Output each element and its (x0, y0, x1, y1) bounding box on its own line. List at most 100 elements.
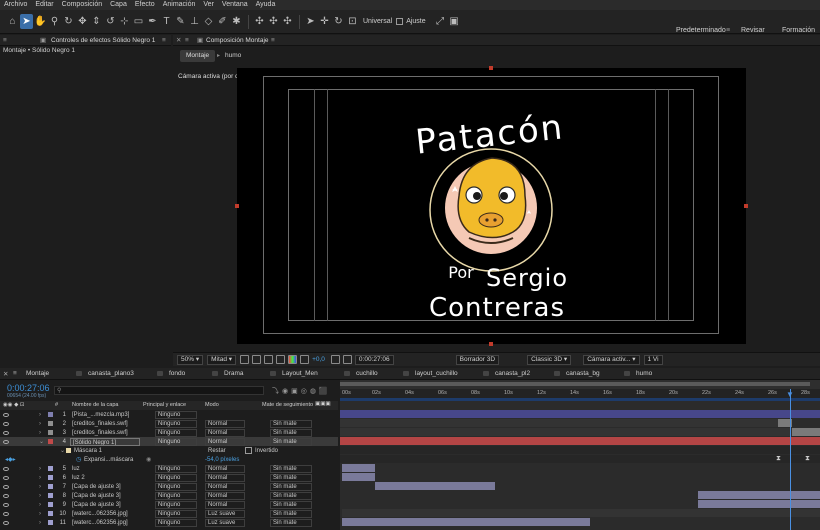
lock-icon[interactable]: ▣ (197, 36, 203, 46)
col-switch-icons[interactable]: ▣▣▣ (315, 401, 331, 407)
timeline-tab[interactable]: Drama (212, 370, 244, 377)
layer-name[interactable]: [creditos_finales.swf] (70, 420, 140, 428)
layer-row-selected[interactable]: ⌄ 4 [Sólido Negro 1] Ninguno Normal Sin … (0, 437, 338, 446)
eye-icon[interactable] (3, 421, 9, 426)
layer-name[interactable]: [creditos_finales.swf] (70, 429, 140, 437)
playhead-icon[interactable]: ▼ (786, 390, 794, 399)
scale-3d-icon[interactable]: ⊡ (346, 14, 359, 29)
matte-select[interactable]: Sin mate (270, 491, 312, 500)
menu-ver[interactable]: Ver (199, 0, 218, 10)
anchor-tool-icon[interactable]: ⊹ (118, 14, 131, 29)
rectangle-tool-icon[interactable]: ▭ (132, 14, 145, 29)
layer-row[interactable]: › 8 [Capa de ajuste 3] Ninguno Normal Si… (0, 491, 338, 500)
show-snapshot-icon[interactable] (342, 355, 352, 364)
region-of-interest-icon[interactable] (276, 355, 286, 364)
mode-select[interactable]: Normal (205, 500, 245, 509)
layer-name[interactable]: luz (70, 465, 140, 473)
brush-tool-icon[interactable]: ✎ (174, 14, 187, 29)
mode-select[interactable]: Normal (205, 428, 245, 437)
mode-select[interactable]: Normal (205, 464, 245, 473)
chevron-right-icon[interactable]: › (39, 520, 41, 526)
menu-ventana[interactable]: Ventana (218, 0, 252, 10)
composition-viewer[interactable]: Patacón Por Sergio Contreras (235, 66, 748, 346)
camera-select[interactable]: Cámara activ... ▾ (583, 354, 640, 365)
chevron-right-icon[interactable]: › (39, 412, 41, 418)
layer-row[interactable]: › 7 [Capa de ajuste 3] Ninguno Normal Si… (0, 482, 338, 491)
panel-menu-icon[interactable]: ≡ (13, 370, 17, 377)
matte-select[interactable]: Sin mate (270, 464, 312, 473)
exposure-reset-icon[interactable] (300, 355, 310, 364)
pen-tool-icon[interactable]: ✒ (146, 14, 159, 29)
col-name[interactable]: Nombre de la capa (72, 402, 118, 408)
layer-bar[interactable] (342, 473, 375, 481)
layer-bar[interactable] (792, 428, 820, 436)
timeline-tab[interactable]: canasta_bg (554, 370, 600, 377)
move-3d-icon[interactable]: ✛ (318, 14, 331, 29)
layer-row[interactable]: › 1 [Pista_...mezcla.mp3] Ninguno (0, 410, 338, 419)
layer-bar[interactable] (340, 410, 820, 418)
timeline-tab[interactable]: cuchillo (344, 370, 378, 377)
layer-name[interactable]: [waterc...062356.jpg] (70, 519, 140, 527)
panel-menu-icon[interactable]: ≡ (185, 36, 189, 46)
layer-name[interactable]: [Capa de ajuste 3] (70, 483, 140, 491)
timeline-tab[interactable]: Layout_Men (270, 370, 318, 377)
text-tool-icon[interactable]: T (160, 14, 173, 29)
layer-name[interactable]: [Capa de ajuste 3] (70, 492, 140, 500)
mask-row[interactable]: ⌄ Máscara 1 Restar Invertido (0, 446, 338, 455)
subtab-montaje[interactable]: Montaje (180, 50, 216, 62)
keyframe-icon[interactable]: ⧗ (805, 455, 810, 463)
eye-icon[interactable] (3, 430, 9, 435)
layer-handle[interactable] (235, 204, 239, 208)
label-color[interactable] (48, 511, 53, 516)
matte-select[interactable]: Sin mate (270, 473, 312, 482)
audio-icon[interactable] (3, 412, 9, 417)
tab-close-icon[interactable] (403, 371, 409, 376)
matte-select[interactable]: Sin mate (270, 518, 312, 527)
menu-archivo[interactable]: Archivo (0, 0, 31, 10)
col-matte[interactable]: Mate de seguimiento (262, 402, 313, 408)
rotate-tool-icon[interactable]: ↺ (104, 14, 117, 29)
eye-icon[interactable] (3, 466, 9, 471)
layer-name[interactable]: [Pista_...mezcla.mp3] (70, 411, 140, 419)
playhead-line[interactable] (790, 389, 791, 530)
keyframe-nav-icon[interactable]: ◂◆▸ (5, 456, 16, 463)
label-color[interactable] (48, 430, 53, 435)
3d-renderer-select[interactable]: Classic 3D ▾ (527, 354, 572, 365)
tab-close-icon[interactable] (344, 371, 350, 376)
tab-close-icon[interactable] (554, 371, 560, 376)
layer-row[interactable]: › 5 luz Ninguno Normal Sin mate (0, 464, 338, 473)
layer-name[interactable]: luz 2 (70, 474, 140, 482)
chevron-right-icon[interactable]: › (39, 430, 41, 436)
dolly-tool-icon[interactable]: ⇕ (90, 14, 103, 29)
workspace-revisar[interactable]: Revisar (741, 27, 765, 34)
matte-select[interactable]: Sin mate (270, 428, 312, 437)
eye-icon[interactable] (3, 439, 9, 444)
workspace-formacion[interactable]: Formación (782, 27, 815, 34)
layer-row[interactable]: › 3 [creditos_finales.swf] Ninguno Norma… (0, 428, 338, 437)
zoom-tool-icon[interactable]: ⚲ (48, 14, 61, 29)
puppet-tool-icon[interactable]: ✱ (230, 14, 243, 29)
label-color[interactable] (48, 475, 53, 480)
menu-composicion[interactable]: Composición (58, 0, 106, 10)
eye-icon[interactable] (3, 520, 9, 525)
layer-handle[interactable] (744, 204, 748, 208)
mode-select[interactable]: Normal (205, 473, 245, 482)
subtab-humo[interactable]: humo (225, 50, 241, 62)
parent-select[interactable]: Ninguno (155, 437, 197, 446)
rotate-3d-icon[interactable]: ↻ (332, 14, 345, 29)
eraser-tool-icon[interactable]: ◇ (202, 14, 215, 29)
menu-editar[interactable]: Editar (31, 0, 57, 10)
timeline-tab[interactable]: layout_cuchillo (403, 370, 458, 377)
col-mode[interactable]: Modo (205, 402, 219, 408)
parent-select[interactable]: Ninguno (155, 518, 197, 527)
layer-bar[interactable] (342, 509, 820, 517)
resolution-select[interactable]: Mitad ▾ (207, 354, 237, 365)
mode-select[interactable]: Luz suave (205, 509, 245, 518)
tab-close-icon[interactable] (483, 371, 489, 376)
tab-close-icon[interactable] (76, 371, 82, 376)
axis-view-icon[interactable]: ✣ (281, 14, 294, 29)
chevron-right-icon[interactable]: › (39, 421, 41, 427)
menu-capa[interactable]: Capa (106, 0, 131, 10)
tab-close-icon[interactable] (270, 371, 276, 376)
label-color[interactable] (48, 412, 53, 417)
